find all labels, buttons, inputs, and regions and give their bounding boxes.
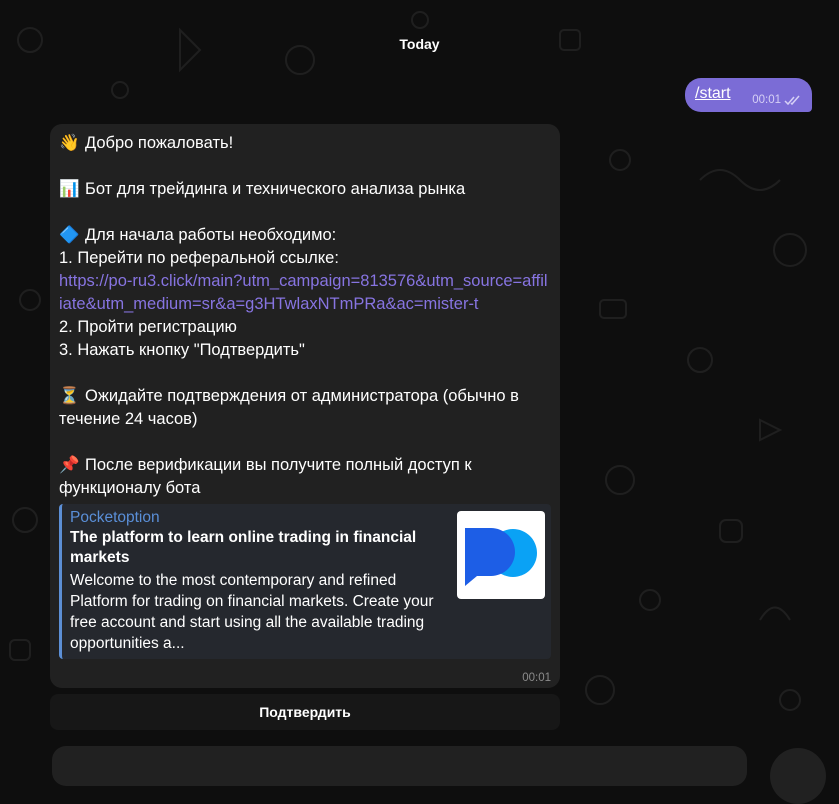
referral-link[interactable]: https://po-ru3.click/main?utm_campaign=8… — [59, 270, 551, 316]
welcome-text: Добро пожаловать! — [85, 134, 234, 152]
hourglass-emoji-icon: ⏳ — [59, 387, 80, 405]
double-check-icon — [784, 95, 800, 105]
step-3-text: 3. Нажать кнопку "Подтвердить" — [59, 341, 305, 359]
link-preview-card[interactable]: Pocketoption The platform to learn onlin… — [59, 504, 551, 659]
verification-text: После верификации вы получите полный дос… — [59, 456, 477, 497]
step-1-text: 1. Перейти по реферальной ссылке: — [59, 249, 339, 267]
waiting-text: Ожидайте подтверждения от администратора… — [59, 387, 524, 428]
waving-hand-emoji-icon: 👋 — [59, 134, 80, 152]
message-line-welcome: 👋 Добро пожаловать! — [59, 132, 551, 155]
confirm-button[interactable]: Подтвердить — [50, 694, 560, 730]
message-line-verification: 📌 После верификации вы получите полный до… — [59, 454, 551, 500]
message-line-bot-description: 📊 Бот для трейдинга и технического анализ… — [59, 178, 551, 201]
message-line-waiting: ⏳ Ожидайте подтверждения от администратор… — [59, 385, 551, 431]
outgoing-message-time: 00:01 — [752, 94, 781, 106]
start-command-link[interactable]: /start — [695, 85, 731, 102]
incoming-message-bubble: 👋 Добро пожаловать! 📊 Бот для трейдинга и … — [50, 124, 560, 688]
message-text: 👋 Добро пожаловать! 📊 Бот для трейдинга и … — [59, 132, 551, 500]
requirements-heading: Для начала работы необходимо: — [85, 226, 337, 244]
link-preview-thumbnail — [457, 511, 545, 599]
message-composer[interactable] — [52, 746, 747, 786]
link-preview-description: Welcome to the most contemporary and ref… — [70, 572, 434, 652]
blue-diamond-emoji-icon: 🔷 — [59, 226, 80, 244]
outgoing-message-bubble[interactable]: /start 00:01 — [685, 78, 812, 112]
bot-description-text: Бот для трейдинга и технического анализа… — [85, 180, 466, 198]
bar-chart-emoji-icon: 📊 — [59, 180, 80, 198]
step-2-text: 2. Пройти регистрацию — [59, 318, 237, 336]
date-separator: Today — [399, 36, 440, 52]
link-preview-title: The platform to learn online trading in … — [70, 529, 417, 566]
incoming-message-time: 00:01 — [522, 672, 551, 684]
message-line-requirements: 🔷 Для начала работы необходимо: — [59, 224, 551, 247]
outgoing-message-meta: 00:01 — [752, 94, 802, 106]
pushpin-emoji-icon: 📌 — [59, 456, 80, 474]
send-button[interactable] — [770, 748, 826, 804]
pocketoption-logo-icon — [465, 528, 537, 586]
